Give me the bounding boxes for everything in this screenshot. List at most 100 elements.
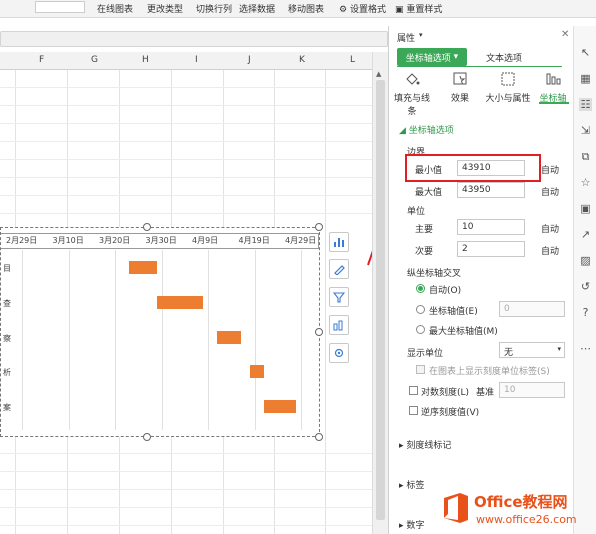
x-tick-label: 3月30日 <box>145 236 177 245</box>
star-icon[interactable]: ☆ <box>579 176 592 189</box>
max-value-input[interactable]: 43950 <box>457 182 525 198</box>
share-icon[interactable]: ↗ <box>579 228 592 241</box>
chart-style-button[interactable] <box>329 259 349 279</box>
filter-icon <box>333 292 345 303</box>
section-tick-marks[interactable]: ▸ 刻度线标记 <box>399 438 451 451</box>
select-data-button[interactable]: 选择数据 <box>239 2 275 15</box>
column-header-i[interactable]: I <box>195 55 198 65</box>
min-auto-button[interactable]: 自动 <box>541 163 559 176</box>
gantt-bar[interactable] <box>156 296 204 309</box>
major-auto-button[interactable]: 自动 <box>541 222 559 235</box>
gantt-bar[interactable] <box>128 261 157 274</box>
box-icon[interactable]: ▣ <box>579 202 592 215</box>
reset-label: 重置样式 <box>406 5 443 15</box>
close-icon[interactable]: ✕ <box>561 29 569 40</box>
reverse-order-checkbox[interactable] <box>409 406 418 415</box>
max-auto-button[interactable]: 自动 <box>541 185 559 198</box>
tab-text-options-label: 文本选项 <box>485 53 522 64</box>
major-unit-input[interactable]: 10 <box>457 219 525 235</box>
resize-handle-top[interactable] <box>143 223 151 231</box>
more-icon[interactable]: ⋯ <box>579 342 592 355</box>
image-icon[interactable]: ▨ <box>579 254 592 267</box>
resize-handle-right[interactable] <box>315 328 323 336</box>
show-unit-checkbox[interactable] <box>416 365 425 374</box>
column-header-g[interactable]: G <box>91 55 98 65</box>
change-type-button[interactable]: 更改类型 <box>147 2 183 15</box>
log-scale-label: 对数刻度(L) <box>421 388 470 398</box>
resize-handle-bottom[interactable] <box>143 433 151 441</box>
column-header-h[interactable]: H <box>142 55 149 65</box>
subtab-fill-line-label: 填充与线条 <box>393 94 430 117</box>
online-chart-button[interactable]: 在线图表 <box>97 2 133 15</box>
cross-value-input[interactable]: 0 <box>499 301 565 317</box>
show-unit-label: 在图表上显示刻度单位标签(S) <box>429 367 550 377</box>
gantt-chart[interactable]: 2月29日 3月10日 3月20日 3月30日 4月9日 4月19日 4月29日目查察析案 <box>0 223 323 441</box>
gear-icon <box>334 348 344 358</box>
cross-auto-radio[interactable] <box>416 284 425 293</box>
grid-line <box>0 105 372 106</box>
gantt-bar[interactable] <box>263 400 297 413</box>
resize-handle-bottom-right[interactable] <box>315 433 323 441</box>
cross-value-label: 坐标轴值(E) <box>429 307 478 317</box>
column-header-l[interactable]: L <box>350 55 355 65</box>
triangle-right-icon: ▸ <box>399 481 404 491</box>
grid-line <box>0 489 372 490</box>
subtab-axis[interactable]: 坐标轴 <box>535 71 571 104</box>
subtab-effects[interactable]: 效果 <box>439 71 481 104</box>
triangle-right-icon: ▸ <box>399 441 404 451</box>
subtab-size-properties[interactable]: 大小与属性 <box>483 71 533 104</box>
formula-bar[interactable] <box>0 31 388 47</box>
quick-layout-button[interactable] <box>329 315 349 335</box>
resize-handle-top-right[interactable] <box>315 223 323 231</box>
chart-settings-button[interactable] <box>329 343 349 363</box>
base-input[interactable]: 10 <box>499 382 565 398</box>
cross-max-radio[interactable] <box>416 325 425 334</box>
x-tick-label: 4月9日 <box>192 236 219 245</box>
minor-auto-button[interactable]: 自动 <box>541 244 559 257</box>
grid-line <box>0 453 372 454</box>
gantt-bar[interactable] <box>217 331 241 344</box>
reset-style-button[interactable]: ▣ 重置样式 <box>395 2 442 15</box>
column-header-k[interactable]: K <box>299 55 305 65</box>
column-header-f[interactable]: F <box>39 55 44 65</box>
x-tick-label: 4月29日 <box>285 236 317 245</box>
column-header-j[interactable]: J <box>248 55 251 65</box>
history-icon[interactable]: ↺ <box>579 280 592 293</box>
tab-axis-options[interactable]: 坐标轴选项 ▾ <box>397 48 467 66</box>
chart-gridline <box>115 250 116 430</box>
panel-title-dropdown-icon[interactable]: ▾ <box>419 31 423 39</box>
brush-icon <box>334 265 345 275</box>
subtab-fill-line[interactable]: 填充与线条 <box>391 71 433 117</box>
scroll-up-arrow[interactable]: ▲ <box>376 70 381 78</box>
copy-icon[interactable]: ⧉ <box>579 150 592 163</box>
scroll-thumb[interactable] <box>376 80 385 520</box>
section-axis-options[interactable]: ◢ 坐标轴选项 <box>399 123 454 136</box>
help-icon[interactable]: ? <box>579 306 592 319</box>
resize-icon[interactable]: ⇲ <box>579 124 592 137</box>
ribbon-thumbnail[interactable] <box>35 1 85 13</box>
section-labels[interactable]: ▸ 标签 <box>399 478 424 491</box>
chart-gridline <box>208 250 209 430</box>
format-icon: ⚙ <box>339 5 348 15</box>
section-number[interactable]: ▸ 数字 <box>399 518 424 531</box>
move-chart-button[interactable]: 移动图表 <box>288 2 324 15</box>
grid-line <box>325 70 326 534</box>
effects-icon <box>453 72 467 85</box>
chart-elements-button[interactable] <box>329 232 349 252</box>
table-icon[interactable]: ▦ <box>579 72 592 85</box>
gantt-bar[interactable] <box>249 365 264 378</box>
switch-row-col-button[interactable]: 切换行列 <box>196 2 232 15</box>
properties-icon[interactable]: ☷ <box>579 98 592 111</box>
tab-text-options[interactable]: 文本选项 <box>469 48 539 66</box>
format-label: 设置格式 <box>349 5 386 15</box>
chart-filter-button[interactable] <box>329 287 349 307</box>
minor-unit-input[interactable]: 2 <box>457 241 525 257</box>
chart-gridline <box>68 250 70 430</box>
cursor-icon[interactable]: ↖ <box>579 46 592 59</box>
cross-value-radio[interactable] <box>416 305 425 314</box>
format-button[interactable]: ⚙ 设置格式 <box>339 2 386 15</box>
log-scale-checkbox[interactable] <box>409 386 418 395</box>
display-unit-select[interactable]: 无 ▾ <box>499 342 565 358</box>
watermark: Office教程网 www.office26.com <box>440 488 596 534</box>
vertical-scrollbar[interactable]: ▲ <box>372 52 388 534</box>
